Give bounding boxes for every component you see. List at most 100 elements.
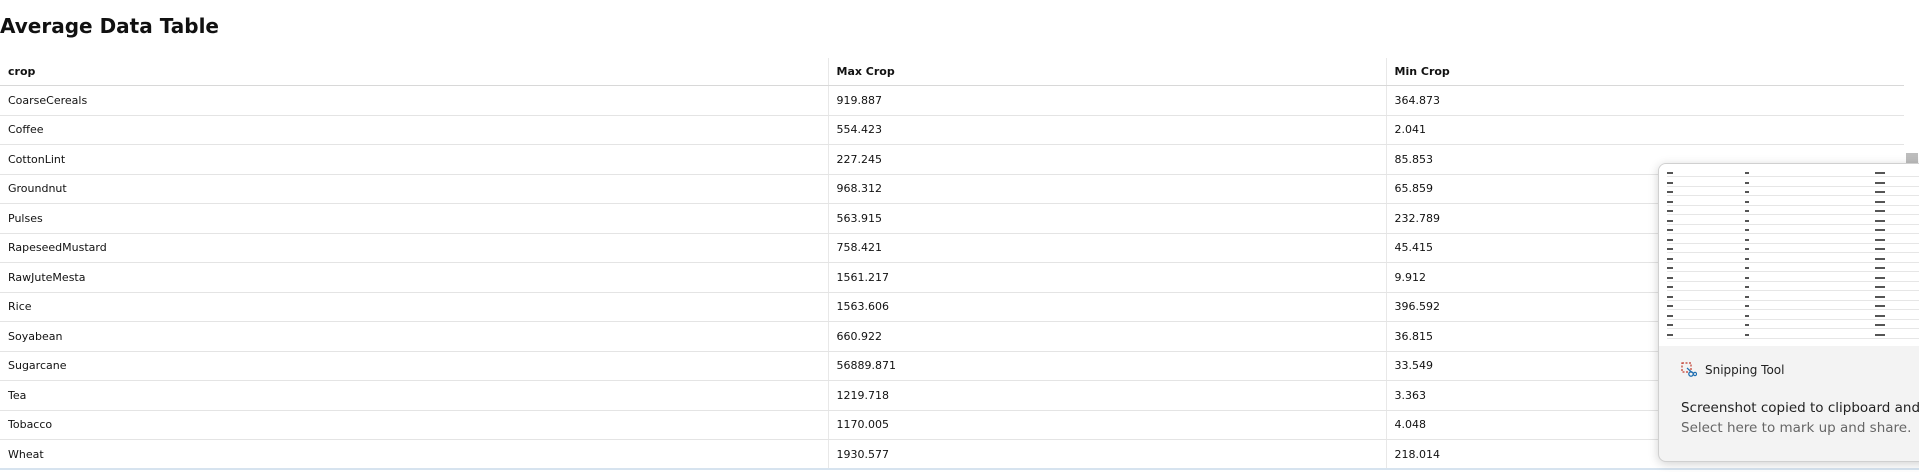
table-row: Groundnut 968.312 65.859 — [0, 174, 1904, 204]
bottom-divider — [0, 468, 1919, 470]
max-crop-cell: 554.423 — [827, 115, 1386, 145]
max-crop-cell: 758.421 — [827, 233, 1386, 263]
table-row: CoarseCereals 919.887 364.873 — [0, 85, 1904, 116]
crop-cell: Wheat — [0, 439, 828, 470]
thumbnail-row-line — [1667, 337, 1919, 339]
notification-sub-message[interactable]: Select here to mark up and share. — [1681, 420, 1911, 436]
table-row: Pulses 563.915 232.789 — [0, 203, 1904, 234]
table-header-row: crop Max Crop Min Crop — [0, 58, 1904, 86]
thumbnail-text-mark — [1667, 238, 1673, 241]
crop-cell: Pulses — [0, 203, 828, 234]
thumbnail-text-mark — [1667, 219, 1673, 222]
thumbnail-text-mark — [1745, 314, 1749, 317]
thumbnail-row-line — [1667, 252, 1919, 253]
max-crop-cell: 227.245 — [827, 144, 1386, 175]
crop-cell: Soyabean — [0, 321, 828, 352]
max-crop-cell: 1563.606 — [827, 292, 1386, 322]
thumbnail-text-mark — [1875, 191, 1885, 193]
thumbnail-text-mark — [1745, 305, 1749, 307]
thumbnail-text-mark — [1667, 267, 1673, 269]
thumbnail-text-mark — [1875, 172, 1885, 174]
snipping-tool-notification[interactable]: Snipping Tool Screenshot copied to clipb… — [1658, 163, 1919, 462]
thumbnail-row-line — [1667, 176, 1919, 177]
table-row: Rice 1563.606 396.592 — [0, 292, 1904, 322]
thumbnail-row-line — [1667, 271, 1919, 272]
thumbnail-row-line — [1667, 261, 1919, 263]
thumbnail-row-line — [1667, 223, 1919, 225]
column-header-min-crop[interactable]: Min Crop — [1385, 58, 1904, 86]
average-data-table: crop Max Crop Min Crop CoarseCereals 919.… — [0, 58, 1904, 470]
thumbnail-text-mark — [1745, 257, 1749, 260]
crop-cell: Tea — [0, 380, 828, 411]
max-crop-cell: 1930.577 — [827, 439, 1386, 470]
thumbnail-text-mark — [1745, 191, 1749, 193]
thumbnail-row-line — [1667, 214, 1919, 215]
thumbnail-text-mark — [1875, 267, 1885, 269]
crop-cell: Coffee — [0, 115, 828, 145]
thumbnail-text-mark — [1667, 191, 1673, 193]
thumbnail-text-mark — [1745, 267, 1749, 269]
thumbnail-text-mark — [1875, 324, 1885, 326]
max-crop-cell: 1561.217 — [827, 262, 1386, 293]
thumbnail-text-mark — [1875, 238, 1885, 241]
thumbnail-text-mark — [1667, 276, 1673, 279]
crop-cell: RawJuteMesta — [0, 262, 828, 293]
thumbnail-text-mark — [1667, 200, 1673, 203]
max-crop-cell: 660.922 — [827, 321, 1386, 352]
thumbnail-text-mark — [1745, 238, 1749, 241]
thumbnail-text-mark — [1875, 200, 1885, 203]
thumbnail-text-mark — [1667, 324, 1673, 326]
min-crop-cell: 2.041 — [1385, 115, 1904, 145]
thumbnail-text-mark — [1745, 276, 1749, 279]
table-row: CottonLint 227.245 85.853 — [0, 144, 1904, 175]
thumbnail-text-mark — [1875, 181, 1885, 184]
max-crop-cell: 1219.718 — [827, 380, 1386, 411]
thumbnail-text-mark — [1667, 172, 1673, 174]
max-crop-cell: 919.887 — [827, 85, 1386, 116]
thumbnail-text-mark — [1875, 276, 1885, 279]
column-header-max-crop[interactable]: Max Crop — [827, 58, 1386, 86]
thumbnail-text-mark — [1745, 324, 1749, 326]
thumbnail-text-mark — [1745, 210, 1749, 212]
thumbnail-text-mark — [1875, 229, 1885, 231]
notification-message: Screenshot copied to clipboard and saved — [1681, 400, 1919, 416]
thumbnail-text-mark — [1875, 248, 1885, 250]
thumbnail-text-mark — [1667, 210, 1673, 212]
thumbnail-text-mark — [1875, 333, 1885, 336]
thumbnail-text-mark — [1667, 286, 1673, 288]
column-header-crop[interactable]: crop — [0, 58, 828, 86]
table-row: Sugarcane 56889.871 33.549 — [0, 351, 1904, 381]
thumbnail-text-mark — [1667, 333, 1673, 336]
thumbnail-text-mark — [1667, 295, 1673, 298]
screenshot-thumbnail[interactable] — [1659, 164, 1919, 346]
thumbnail-text-mark — [1875, 210, 1885, 212]
thumbnail-text-mark — [1745, 333, 1749, 336]
table-row: RawJuteMesta 1561.217 9.912 — [0, 262, 1904, 293]
thumbnail-text-mark — [1667, 229, 1673, 231]
max-crop-cell: 1170.005 — [827, 410, 1386, 440]
thumbnail-text-mark — [1745, 172, 1749, 174]
thumbnail-row-line — [1667, 233, 1919, 234]
thumbnail-row-line — [1667, 318, 1919, 320]
thumbnail-text-mark — [1667, 257, 1673, 260]
thumbnail-row-line — [1667, 204, 1919, 206]
thumbnail-text-mark — [1745, 181, 1749, 184]
thumbnail-text-mark — [1667, 305, 1673, 307]
max-crop-cell: 56889.871 — [827, 351, 1386, 381]
thumbnail-row-line — [1667, 195, 1919, 196]
thumbnail-text-mark — [1667, 248, 1673, 250]
notification-app-header: Snipping Tool — [1681, 362, 1784, 378]
table-row: Wheat 1930.577 218.014 — [0, 439, 1904, 470]
crop-cell: Groundnut — [0, 174, 828, 204]
crop-cell: RapeseedMustard — [0, 233, 828, 263]
table-row: RapeseedMustard 758.421 45.415 — [0, 233, 1904, 263]
thumbnail-text-mark — [1745, 200, 1749, 203]
thumbnail-row-line — [1667, 185, 1919, 187]
thumbnail-text-mark — [1875, 314, 1885, 317]
thumbnail-row-line — [1667, 299, 1919, 301]
max-crop-cell: 968.312 — [827, 174, 1386, 204]
thumbnail-text-mark — [1875, 305, 1885, 307]
thumbnail-row-line — [1667, 290, 1919, 291]
page-title: Average Data Table — [0, 14, 219, 38]
thumbnail-text-mark — [1667, 314, 1673, 317]
